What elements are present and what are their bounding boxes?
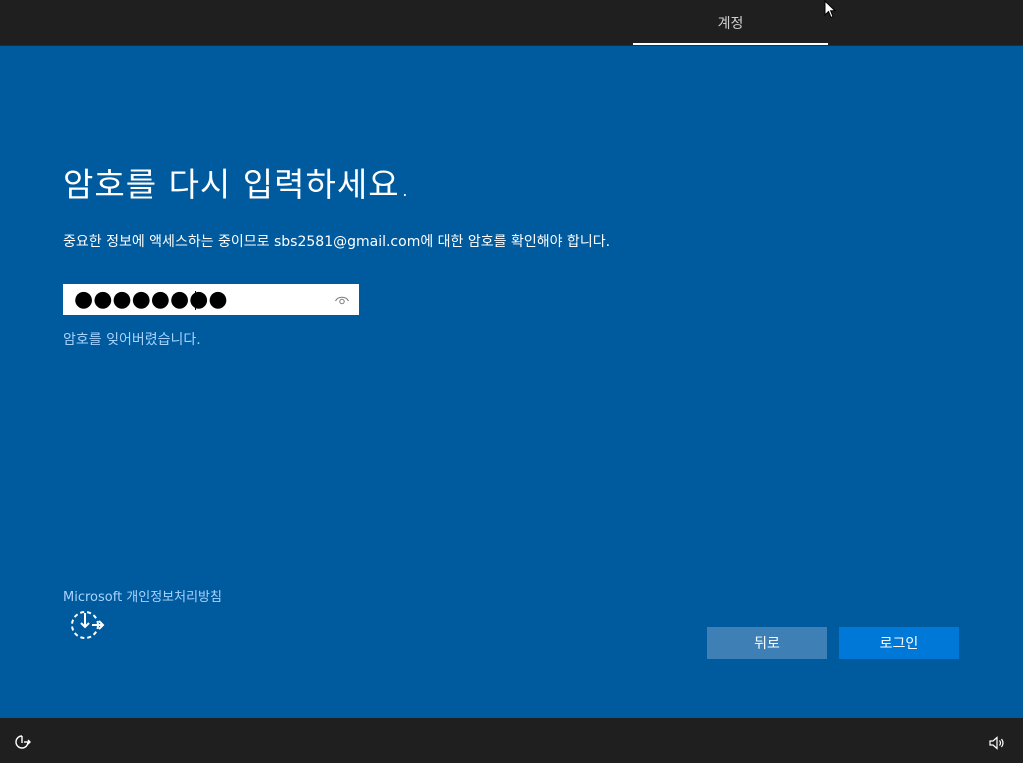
ease-of-access-icon[interactable] [14,734,32,750]
sign-in-button[interactable]: 로그인 [839,627,959,659]
mouse-cursor-icon [824,0,837,19]
password-field[interactable] [63,284,359,315]
bottom-bar [0,718,1023,763]
volume-icon[interactable] [989,736,1005,750]
tab-account-label: 계정 [717,15,744,32]
description-text: 중요한 정보에 액세스하는 중이므로 sbs2581@gmail.com에 대한… [63,234,611,250]
password-input[interactable] [74,285,324,314]
ease-of-access-icon[interactable] [68,608,106,642]
top-bar: 계정 [0,0,1023,46]
text-caret [195,291,196,310]
forgot-password-link[interactable]: 암호를 잊어버렸습니다. [63,329,201,349]
eye-icon[interactable] [334,293,350,307]
back-button[interactable]: 뒤로 [707,627,827,659]
tab-account[interactable]: 계정 [633,0,828,45]
privacy-statement-link[interactable]: Microsoft 개인정보처리방침 [63,586,222,605]
page-title: 암호를 다시 입력하세요. [63,165,412,204]
main-panel: 암호를 다시 입력하세요. 중요한 정보에 액세스하는 중이므로 sbs2581… [0,46,1023,718]
tab-active-indicator [633,43,828,45]
